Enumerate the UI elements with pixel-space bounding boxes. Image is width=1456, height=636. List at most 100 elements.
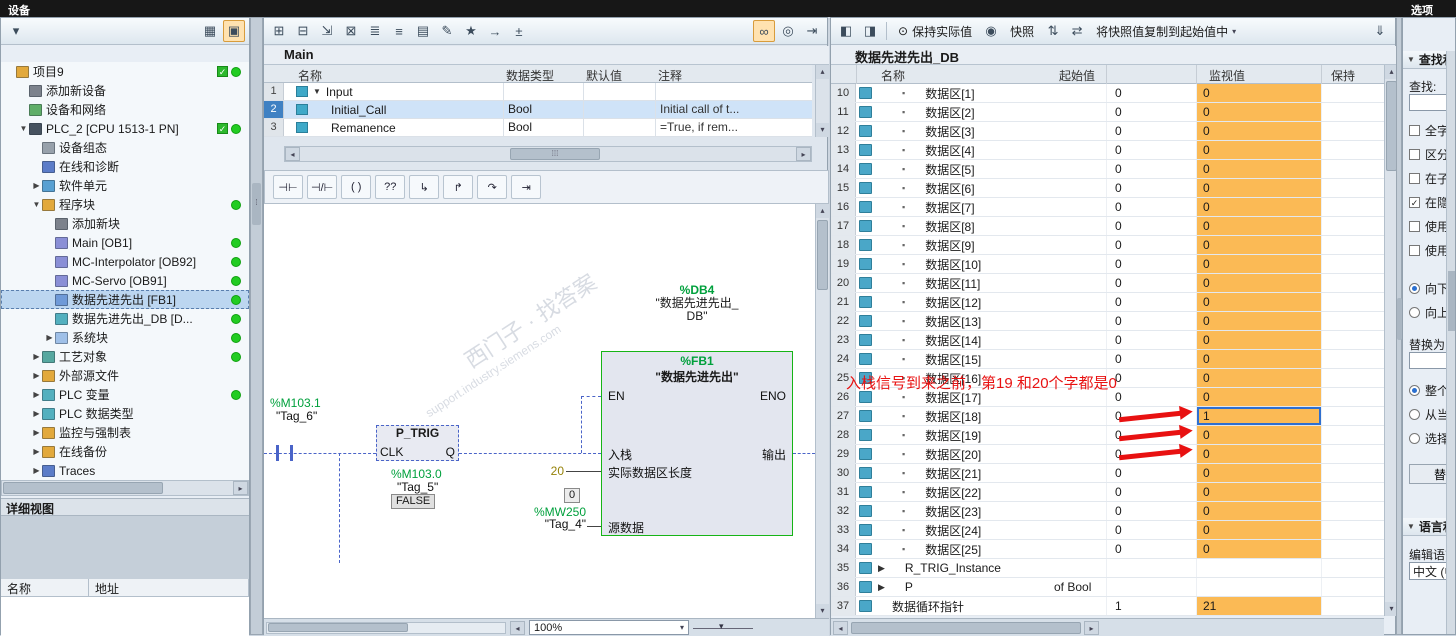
monitor-value-cell[interactable]: 0 (1196, 502, 1321, 520)
thumbnail-view-icon[interactable]: ▦ (199, 20, 221, 42)
length-value[interactable]: 20 (519, 464, 564, 478)
open-contact-button[interactable]: ⊣⊢ (273, 175, 303, 199)
filter-icon[interactable]: ▾ (5, 20, 27, 42)
start-value-cell[interactable]: 0 (1106, 331, 1196, 349)
monitor-value-cell[interactable]: 0 (1196, 445, 1321, 463)
retain-cell[interactable] (1321, 426, 1384, 444)
scrollbar-thumb[interactable] (817, 220, 828, 290)
snapshot-button[interactable]: 快照 (1004, 21, 1040, 42)
db-table-row[interactable]: 33 ▪ 数据区[24] 0 0 (831, 521, 1384, 540)
details-view-icon[interactable]: ▣ (223, 20, 245, 42)
db-table-row[interactable]: 24 ▪ 数据区[15] 0 0 (831, 350, 1384, 369)
db-table-row[interactable]: 36▶▪Pof Bool (831, 578, 1384, 597)
tree-item[interactable]: ▶PLC 变量✓ (1, 385, 249, 404)
checkbox[interactable] (1409, 172, 1420, 184)
monitor-value-cell[interactable]: 0 (1196, 160, 1321, 178)
retain-cell[interactable] (1321, 464, 1384, 482)
expand-arrow-icon[interactable]: ▶ (878, 582, 885, 593)
tree-item[interactable]: 添加新设备✓ (1, 81, 249, 100)
monitor-value-cell[interactable]: 1 (1196, 407, 1321, 425)
flag-address[interactable]: %M103.0 (391, 467, 442, 481)
ladder-hscrollbar[interactable] (266, 621, 506, 634)
monitor-value-cell[interactable] (1196, 578, 1321, 596)
monitor-value-cell[interactable]: 0 (1196, 122, 1321, 140)
interface-row[interactable]: 3 Remanence Bool =True, if rem... (264, 119, 812, 137)
tree-item[interactable]: ▶监控与强制表✓ (1, 423, 249, 442)
monitor-value-cell[interactable]: 0 (1196, 198, 1321, 216)
db-table-row[interactable]: 31 ▪ 数据区[22] 0 0 (831, 483, 1384, 502)
favorites-icon[interactable]: ★ (460, 20, 482, 42)
checkbox[interactable] (1409, 148, 1420, 160)
scroll-right-button[interactable]: ▸ (233, 481, 248, 495)
db-table-row[interactable]: 12 ▪ 数据区[3] 0 0 (831, 122, 1384, 141)
monitor-value-cell[interactable]: 0 (1196, 293, 1321, 311)
monitor-value-cell[interactable]: 0 (1196, 388, 1321, 406)
tree-item[interactable]: 设备组态✓ (1, 138, 249, 157)
tree-hscrollbar[interactable]: ▸ (1, 480, 249, 496)
checkbox[interactable] (1409, 196, 1420, 208)
tree-item[interactable]: 添加新块✓ (1, 214, 249, 233)
radio-button[interactable] (1409, 306, 1420, 318)
db-table-row[interactable]: 32 ▪ 数据区[23] 0 0 (831, 502, 1384, 521)
retain-cell[interactable] (1321, 483, 1384, 501)
retain-cell[interactable] (1321, 388, 1384, 406)
start-value-cell[interactable]: 0 (1106, 141, 1196, 159)
retain-cell[interactable] (1321, 103, 1384, 121)
ladder-vscrollbar[interactable]: ▴ ▾ (815, 204, 829, 618)
expand-arrow-icon[interactable]: ▼ (31, 200, 42, 209)
tree-item[interactable]: 数据先进先出_DB [D...✓ (1, 309, 249, 328)
expand-arrow-icon[interactable]: ▶ (878, 563, 885, 574)
monitor-value-cell[interactable]: 0 (1196, 217, 1321, 235)
retain-cell[interactable] (1321, 350, 1384, 368)
start-value-cell[interactable]: 0 (1106, 179, 1196, 197)
retain-cell[interactable] (1321, 407, 1384, 425)
expand-all-networks-icon[interactable]: ≣ (364, 20, 386, 42)
db-table-row[interactable]: 34 ▪ 数据区[25] 0 0 (831, 540, 1384, 559)
contact-address[interactable]: %M103.1 (270, 396, 321, 410)
insert-row-icon[interactable]: ⇲ (316, 20, 338, 42)
open-branch-button[interactable]: ↳ (409, 175, 440, 199)
start-value-cell[interactable]: 0 (1106, 521, 1196, 539)
db-table-row[interactable]: 19 ▪ 数据区[10] 0 0 (831, 255, 1384, 274)
monitoring-on-icon[interactable]: ∞ (753, 20, 775, 42)
keep-actual-values-button[interactable]: ⊙ 保持实际值 (892, 21, 978, 42)
snapshot-camera-icon[interactable]: ◉ (980, 20, 1002, 42)
retain-cell[interactable] (1321, 179, 1384, 197)
db-table-row[interactable]: 13 ▪ 数据区[4] 0 0 (831, 141, 1384, 160)
start-value-cell[interactable]: 0 (1106, 312, 1196, 330)
radio-button[interactable] (1409, 282, 1420, 294)
monitor-value-cell[interactable]: 0 (1196, 350, 1321, 368)
collapse-all-icon[interactable]: ◨ (859, 20, 881, 42)
tree-item[interactable]: ▼程序块✓ (1, 195, 249, 214)
retain-cell[interactable] (1321, 331, 1384, 349)
scrollbar-thumb[interactable] (851, 621, 1081, 634)
db-table-row[interactable]: 23 ▪ 数据区[14] 0 0 (831, 331, 1384, 350)
scrollbar-thumb[interactable] (3, 482, 163, 494)
empty-box-button[interactable]: ?? (375, 175, 406, 199)
db-hscrollbar[interactable]: ◂ ▸ (831, 618, 1384, 636)
interface-hscrollbar[interactable]: ◂ ⁞⁞⁞ ▸ (284, 146, 812, 162)
tree-item[interactable]: ▶系统块✓ (1, 328, 249, 347)
start-value-cell[interactable]: 0 (1106, 198, 1196, 216)
retain-cell[interactable] (1321, 597, 1384, 615)
tree-item[interactable]: ▶PLC 数据类型✓ (1, 404, 249, 423)
copy-snapshot-icon[interactable]: ⇅ (1042, 20, 1064, 42)
radio-button[interactable] (1409, 384, 1420, 396)
radio-button[interactable] (1409, 408, 1420, 420)
checkbox[interactable] (1409, 124, 1420, 136)
expand-arrow-icon[interactable]: ▶ (44, 333, 55, 342)
retain-cell[interactable] (1321, 198, 1384, 216)
retain-cell[interactable] (1321, 274, 1384, 292)
checkbox[interactable] (1409, 244, 1420, 256)
jump-button[interactable]: ↷ (477, 175, 508, 199)
ladder-canvas[interactable]: 西门子 · 找答案 support.industry.siemens.com %… (264, 204, 815, 618)
start-value-cell[interactable]: 0 (1106, 217, 1196, 235)
tree-item[interactable]: 项目9 ✓ (1, 62, 249, 81)
start-value-cell[interactable]: 0 (1106, 84, 1196, 102)
monitor-value-cell[interactable]: 0 (1196, 464, 1321, 482)
db-instance-label[interactable]: %DB4 "数据先进先出_ DB" (601, 284, 793, 323)
retain-cell[interactable] (1321, 293, 1384, 311)
retain-cell[interactable] (1321, 578, 1384, 596)
retain-cell[interactable] (1321, 369, 1384, 387)
expand-arrow-icon[interactable]: ▼ (18, 124, 29, 133)
